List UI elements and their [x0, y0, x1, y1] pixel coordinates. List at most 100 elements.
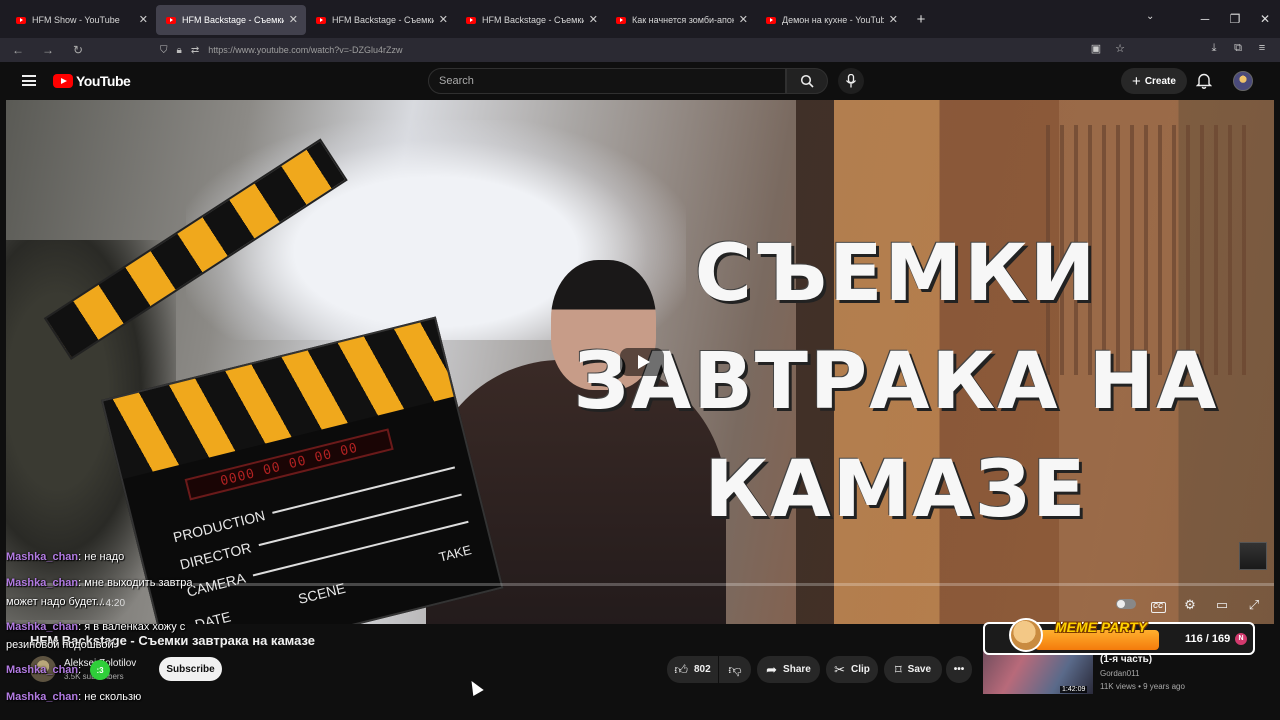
shield-icon[interactable]: ⛉ — [160, 45, 168, 56]
youtube-favicon-icon — [766, 16, 776, 24]
close-tab-icon[interactable]: ✕ — [289, 13, 298, 26]
picture-in-picture-icon[interactable]: ▣ — [1084, 42, 1108, 55]
url-text[interactable]: https://www.youtube.com/watch?v=-DZGlu4r… — [208, 45, 402, 55]
meme-party-count: 116 / 169 — [1185, 633, 1231, 645]
address-bar[interactable]: ⛉ 🔒︎ ⇄ https://www.youtube.com/watch?v=-… — [160, 40, 1135, 60]
search-button[interactable] — [786, 68, 828, 94]
autoplay-toggle[interactable] — [1110, 597, 1142, 612]
share-icon: ➦ — [766, 661, 778, 677]
recommendation-title[interactable]: (1-я часть) — [1100, 654, 1152, 665]
chat-message: Mashka_chan: не скользю — [6, 691, 142, 703]
chat-text: я в валенках хожу с — [84, 621, 186, 633]
search-input[interactable]: Search — [428, 68, 786, 94]
list-all-tabs-icon[interactable]: ⌄ — [1146, 11, 1154, 22]
chat-text: резиновой подошвой — [6, 639, 114, 651]
meme-party-widget: MEME PARTY 116 / 169 N — [983, 618, 1255, 655]
youtube-favicon-icon — [316, 16, 326, 24]
like-button[interactable]: 👍︎ 802 — [667, 656, 718, 683]
lock-icon[interactable]: 🔒︎ — [177, 45, 182, 56]
tab-1[interactable]: HFM Show - YouTube ✕ — [6, 5, 156, 35]
back-icon[interactable]: ← — [6, 43, 30, 57]
close-tab-icon[interactable]: ✕ — [139, 13, 148, 26]
tab-5[interactable]: Как начнется зомби-апокалип ✕ — [606, 5, 756, 35]
chat-user: Mashka_chan — [6, 664, 79, 676]
bell-icon — [1195, 73, 1213, 89]
subscribe-button[interactable]: Subscribe — [159, 657, 222, 681]
thumbnail-title-line-2: ЗАВТРАКА НА — [573, 337, 1219, 427]
restore-icon[interactable]: ❐ — [1220, 12, 1250, 26]
tab-title: HFM Backstage - Съемки курил — [332, 15, 434, 25]
clip-button[interactable]: ✂ Clip — [826, 656, 878, 683]
thumbnail-title-line-1: СЪЕМКИ — [694, 229, 1098, 319]
forward-icon[interactable]: → — [36, 43, 60, 57]
downloads-icon[interactable]: ⤓ — [1202, 42, 1226, 55]
close-window-icon[interactable]: ✕ — [1250, 12, 1280, 26]
tab-title: Как начнется зомби-апокалип — [632, 15, 734, 25]
tab-title: HFM Show - YouTube — [32, 15, 120, 25]
reload-icon[interactable]: ↻ — [66, 43, 90, 57]
save-label: Save — [907, 664, 932, 675]
fullscreen-button[interactable]: ⤢ — [1238, 597, 1270, 613]
thumbs-up-icon: 👍︎ — [674, 661, 688, 677]
thumbnail-title-line-3: КАМАЗЕ — [704, 445, 1088, 535]
autoplay-toggle-icon — [1116, 599, 1136, 609]
recommendation-channel[interactable]: Gordan011 — [1100, 669, 1139, 678]
youtube-favicon-icon — [616, 16, 626, 24]
search-placeholder: Search — [439, 75, 474, 87]
youtube-logo-text: YouTube — [76, 73, 131, 89]
bookmark-star-icon[interactable]: ☆ — [1108, 42, 1132, 55]
chat-user: Mashka_chan — [6, 551, 79, 563]
toolbar-right: ▣ ☆ ⤓ ⧉ ≡ — [1084, 42, 1274, 55]
dislike-button[interactable]: 👎︎ — [719, 656, 751, 683]
chat-user: Mashka_chan — [6, 577, 79, 589]
close-tab-icon[interactable]: ✕ — [439, 13, 448, 26]
account-avatar[interactable] — [1233, 71, 1253, 91]
youtube-logo[interactable]: YouTube — [53, 73, 131, 89]
player-controls-right: CC ⚙ ▭ ⤢ — [1110, 596, 1270, 613]
new-tab-button[interactable]: + — [906, 11, 936, 28]
close-tab-icon[interactable]: ✕ — [889, 13, 898, 26]
chat-user: Mashka_chan — [6, 691, 79, 703]
close-tab-icon[interactable]: ✕ — [739, 13, 748, 26]
hamburger-menu-icon[interactable] — [22, 75, 36, 86]
video-player[interactable]: 0000 00 00 00 00 PRODUCTION DIRECTOR CAM… — [6, 100, 1274, 624]
tab-3[interactable]: HFM Backstage - Съемки курил ✕ — [306, 5, 456, 35]
close-tab-icon[interactable]: ✕ — [589, 13, 598, 26]
minimize-icon[interactable]: ─ — [1190, 12, 1220, 26]
subtitles-button[interactable]: CC — [1142, 596, 1174, 613]
theater-mode-button[interactable]: ▭ — [1206, 597, 1238, 613]
tab-4[interactable]: HFM Backstage - Съемки ремо ✕ — [456, 5, 606, 35]
notifications-button[interactable] — [1195, 72, 1213, 94]
youtube-play-logo-icon — [53, 74, 73, 88]
more-icon: ••• — [953, 664, 965, 675]
share-button[interactable]: ➦ Share — [757, 656, 820, 683]
more-actions-button[interactable]: ••• — [946, 656, 972, 683]
plus-icon: + — [1132, 72, 1141, 90]
play-button[interactable] — [620, 348, 664, 376]
chat-message: Mashka_chan: — [6, 664, 82, 676]
chat-message: может надо будет... — [6, 596, 105, 608]
tab-6[interactable]: Демон на кухне - YouTube ✕ — [756, 5, 906, 35]
youtube-favicon-icon — [166, 16, 176, 24]
tab-2[interactable]: HFM Backstage - Съемки завтрака ✕ — [156, 5, 306, 35]
chat-emote-icon: :3 — [90, 660, 110, 680]
youtube-favicon-icon — [16, 16, 26, 24]
save-button[interactable]: ⌑ Save — [884, 656, 942, 683]
tab-title: Демон на кухне - YouTube — [782, 15, 884, 25]
scissors-icon: ✂ — [834, 661, 845, 677]
thumbnail-title: СЪЕМКИ ЗАВТРАКА НА КАМАЗЕ — [546, 220, 1246, 544]
search-icon — [800, 74, 814, 88]
chat-message: резиновой подошвой — [6, 639, 114, 651]
menu-icon[interactable]: ≡ — [1250, 42, 1274, 55]
settings-button[interactable]: ⚙ — [1174, 597, 1206, 613]
extensions-icon[interactable]: ⧉ — [1226, 42, 1250, 55]
tab-title: HFM Backstage - Съемки завтрака — [182, 15, 284, 25]
voice-search-button[interactable] — [838, 68, 864, 94]
progress-bar[interactable] — [6, 583, 1274, 586]
permissions-icon[interactable]: ⇄ — [191, 45, 199, 56]
create-button[interactable]: + Create — [1121, 68, 1187, 94]
chat-user: Mashka_chan — [6, 621, 79, 633]
channel-watermark[interactable] — [1239, 542, 1267, 570]
clapper-date: DATE — [193, 608, 233, 624]
screen: HFM Show - YouTube ✕ HFM Backstage - Съе… — [0, 0, 1280, 720]
